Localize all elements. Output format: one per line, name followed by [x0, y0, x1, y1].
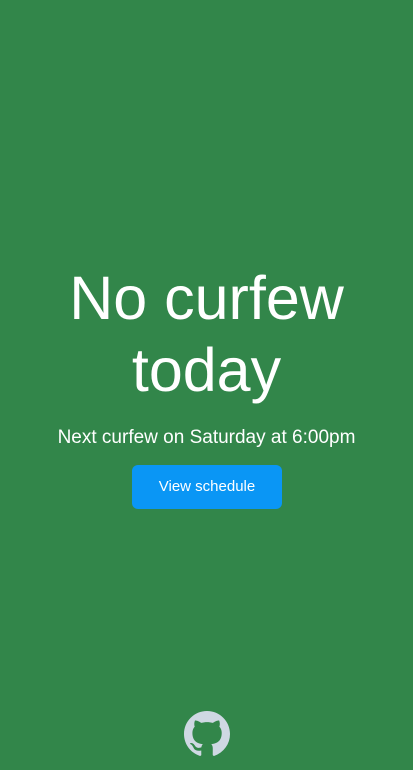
- view-schedule-button[interactable]: View schedule: [132, 465, 282, 509]
- next-curfew-text: Next curfew on Saturday at 6:00pm: [57, 427, 356, 448]
- headline-line-1: No curfew: [69, 264, 344, 332]
- curfew-status-heading: No curfew today: [0, 262, 413, 406]
- app-screen: No curfew today Next curfew on Saturday …: [0, 0, 413, 770]
- headline-line-2: today: [131, 336, 282, 404]
- github-icon: [184, 711, 230, 756]
- github-link[interactable]: [184, 711, 230, 757]
